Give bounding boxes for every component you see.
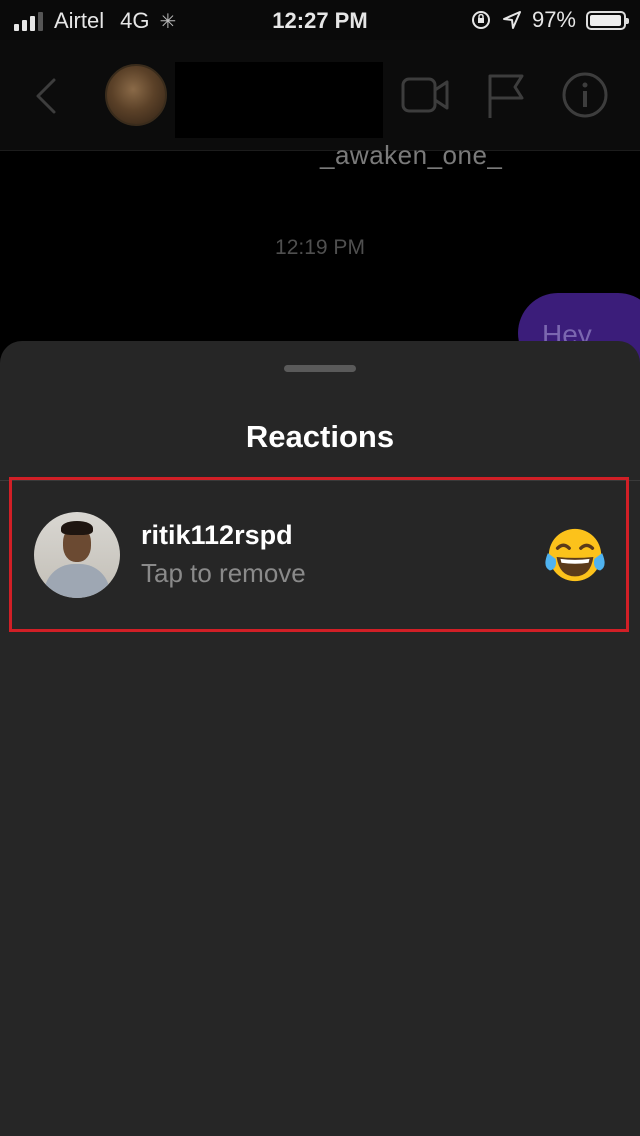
- video-call-icon[interactable]: [400, 70, 450, 120]
- face-with-tears-of-joy-icon: [545, 528, 605, 582]
- sheet-title: Reactions: [245, 419, 395, 454]
- status-bar: Airtel 4G ✳ 12:27 PM 97%: [0, 0, 640, 40]
- tap-to-remove-label: Tap to remove: [141, 558, 306, 588]
- status-right: 97%: [470, 7, 629, 33]
- avatar: [34, 512, 120, 598]
- flag-icon[interactable]: [486, 70, 526, 120]
- battery-icon: [586, 10, 629, 30]
- contact-avatar[interactable]: [105, 64, 167, 126]
- redacted-contact-name[interactable]: [175, 62, 383, 138]
- reactions-sheet: Reactions ritik112rspd Tap to remove: [0, 341, 640, 1136]
- battery-percent: 97%: [531, 7, 576, 32]
- orientation-lock-icon: [471, 11, 490, 29]
- reaction-username: ritik112rspd: [141, 520, 293, 550]
- reaction-row[interactable]: ritik112rspd Tap to remove: [9, 477, 629, 632]
- chat-header: [0, 40, 640, 151]
- message-timestamp: 12:19 PM: [275, 236, 365, 259]
- back-chevron-icon[interactable]: [30, 76, 66, 116]
- chat-username: _awaken_one_: [320, 140, 503, 170]
- battery-fill: [590, 14, 622, 26]
- info-icon[interactable]: [561, 70, 609, 120]
- sheet-grabber[interactable]: [284, 365, 356, 372]
- location-arrow-icon: [502, 11, 521, 29]
